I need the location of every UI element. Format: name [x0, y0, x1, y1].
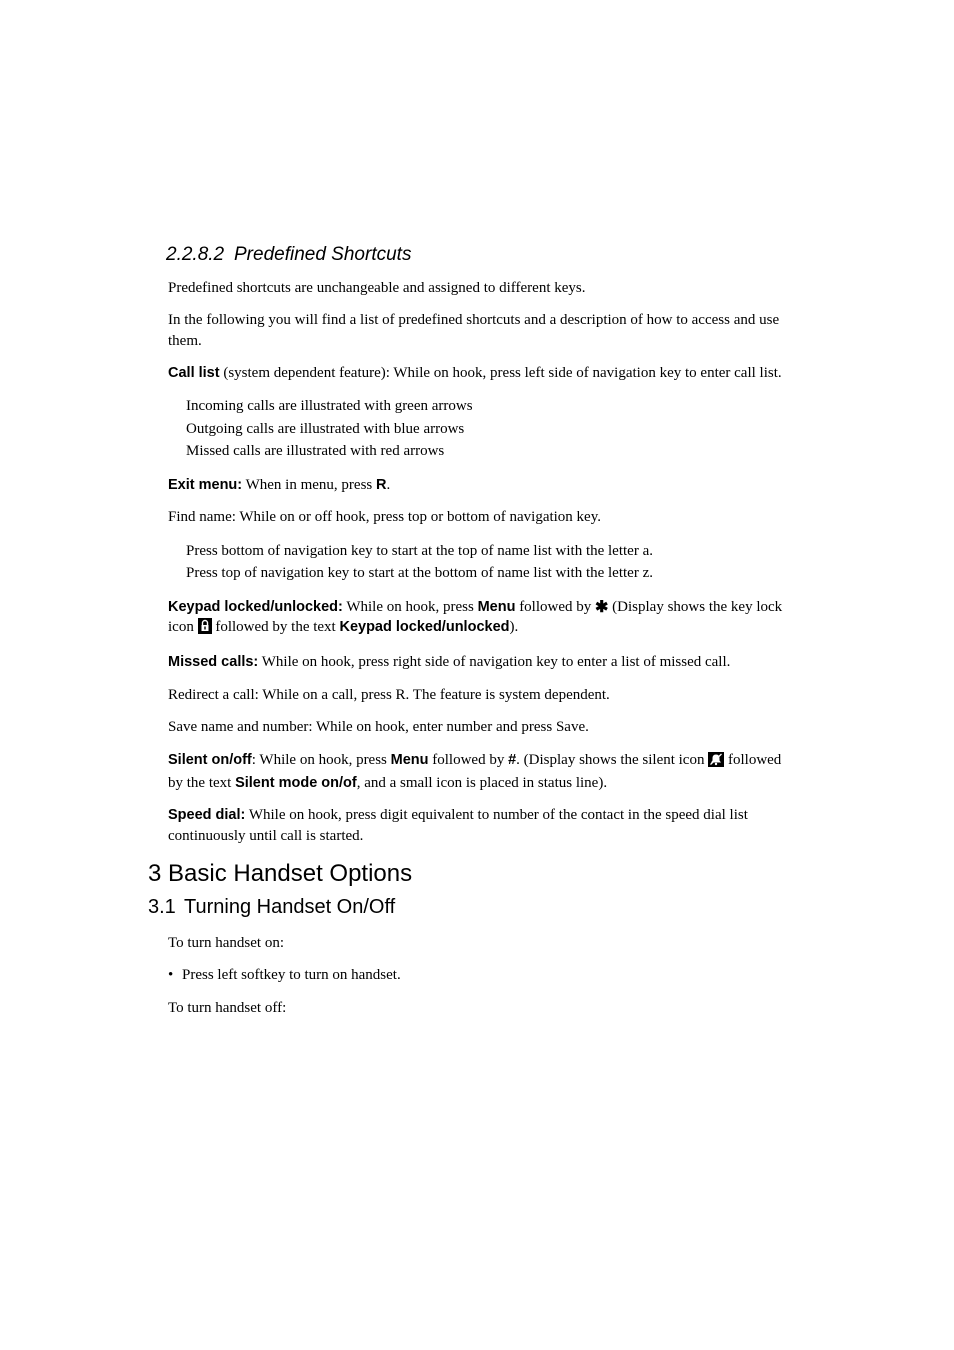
- heading-3: 3Basic Handset Options: [148, 860, 788, 888]
- key-hash: #: [508, 752, 516, 768]
- keypad-text-d: followed by the text: [212, 619, 340, 635]
- exit-menu-para: Exit menu: When in menu, press R.: [168, 475, 788, 496]
- keypad-label-2: Keypad locked/unlocked: [339, 619, 509, 635]
- key-menu: Menu: [478, 599, 516, 615]
- silent-text-e: , and a small icon is placed in status l…: [357, 775, 607, 791]
- key-menu: Menu: [391, 752, 429, 768]
- missed-calls-label: Missed calls:: [168, 654, 258, 670]
- call-list-text: (system dependent feature): While on hoo…: [220, 365, 782, 381]
- keypad-para: Keypad locked/unlocked: While on hook, p…: [168, 597, 788, 641]
- list-item: Incoming calls are illustrated with gree…: [186, 395, 788, 418]
- speed-dial-label: Speed dial:: [168, 807, 245, 823]
- missed-calls-text: While on hook, press right side of navig…: [258, 654, 730, 670]
- keypad-label: Keypad locked/unlocked:: [168, 599, 343, 615]
- save-name-para: Save name and number: While on hook, ent…: [168, 717, 788, 737]
- star-key: ✱: [595, 599, 608, 616]
- silent-para: Silent on/off: While on hook, press Menu…: [168, 750, 788, 794]
- heading-2-2-8-2: 2.2.8.2Predefined Shortcuts: [166, 244, 788, 266]
- content-column: 2.2.8.2Predefined Shortcuts Predefined s…: [168, 244, 788, 1030]
- heading-number: 2.2.8.2: [166, 244, 234, 266]
- keypad-text-e: ).: [510, 619, 519, 635]
- silent-icon: [708, 752, 724, 773]
- silent-text-a: : While on hook, press: [252, 752, 391, 768]
- lock-icon: [198, 618, 212, 640]
- intro-para-2: In the following you will find a list of…: [168, 310, 788, 351]
- turn-on-bullet: Press left softkey to turn on handset.: [168, 965, 788, 985]
- heading-title: Turning Handset On/Off: [184, 896, 395, 918]
- turn-on-para: To turn handset on:: [168, 933, 788, 953]
- list-item: Outgoing calls are illustrated with blue…: [186, 418, 788, 441]
- call-list-para: Call list (system dependent feature): Wh…: [168, 363, 788, 384]
- keypad-text-a: While on hook, press: [343, 599, 478, 615]
- redirect-para: Redirect a call: While on a call, press …: [168, 685, 788, 705]
- heading-title: Predefined Shortcuts: [234, 244, 411, 265]
- heading-3-1: 3.1Turning Handset On/Off: [148, 896, 788, 919]
- turn-off-para: To turn handset off:: [168, 998, 788, 1018]
- intro-para-1: Predefined shortcuts are unchangeable an…: [168, 278, 788, 298]
- exit-menu-label: Exit menu:: [168, 477, 242, 493]
- call-list-label: Call list: [168, 365, 220, 381]
- missed-calls-para: Missed calls: While on hook, press right…: [168, 652, 788, 673]
- heading-number: 3: [148, 860, 168, 888]
- speed-dial-para: Speed dial: While on hook, press digit e…: [168, 805, 788, 846]
- call-list-items: Incoming calls are illustrated with gree…: [186, 395, 788, 463]
- silent-text-c: . (Display shows the silent icon: [516, 752, 708, 768]
- find-name-para: Find name: While on or off hook, press t…: [168, 507, 788, 527]
- key-r: R: [376, 477, 386, 493]
- heading-title: Basic Handset Options: [168, 860, 412, 887]
- silent-label-2: Silent mode on/of: [235, 775, 357, 791]
- silent-label: Silent on/off: [168, 752, 252, 768]
- list-item: Press top of navigation key to start at …: [186, 562, 788, 585]
- speed-dial-text: While on hook, press digit equivalent to…: [168, 807, 748, 844]
- exit-menu-text-a: When in menu, press: [242, 477, 376, 493]
- list-item: Missed calls are illustrated with red ar…: [186, 440, 788, 463]
- heading-number: 3.1: [148, 896, 184, 919]
- list-item: Press bottom of navigation key to start …: [186, 540, 788, 563]
- page: 2.2.8.2Predefined Shortcuts Predefined s…: [0, 0, 954, 1350]
- exit-menu-text-b: .: [386, 477, 390, 493]
- find-name-items: Press bottom of navigation key to start …: [186, 540, 788, 585]
- silent-text-b: followed by: [429, 752, 509, 768]
- keypad-text-b: followed by: [515, 599, 595, 615]
